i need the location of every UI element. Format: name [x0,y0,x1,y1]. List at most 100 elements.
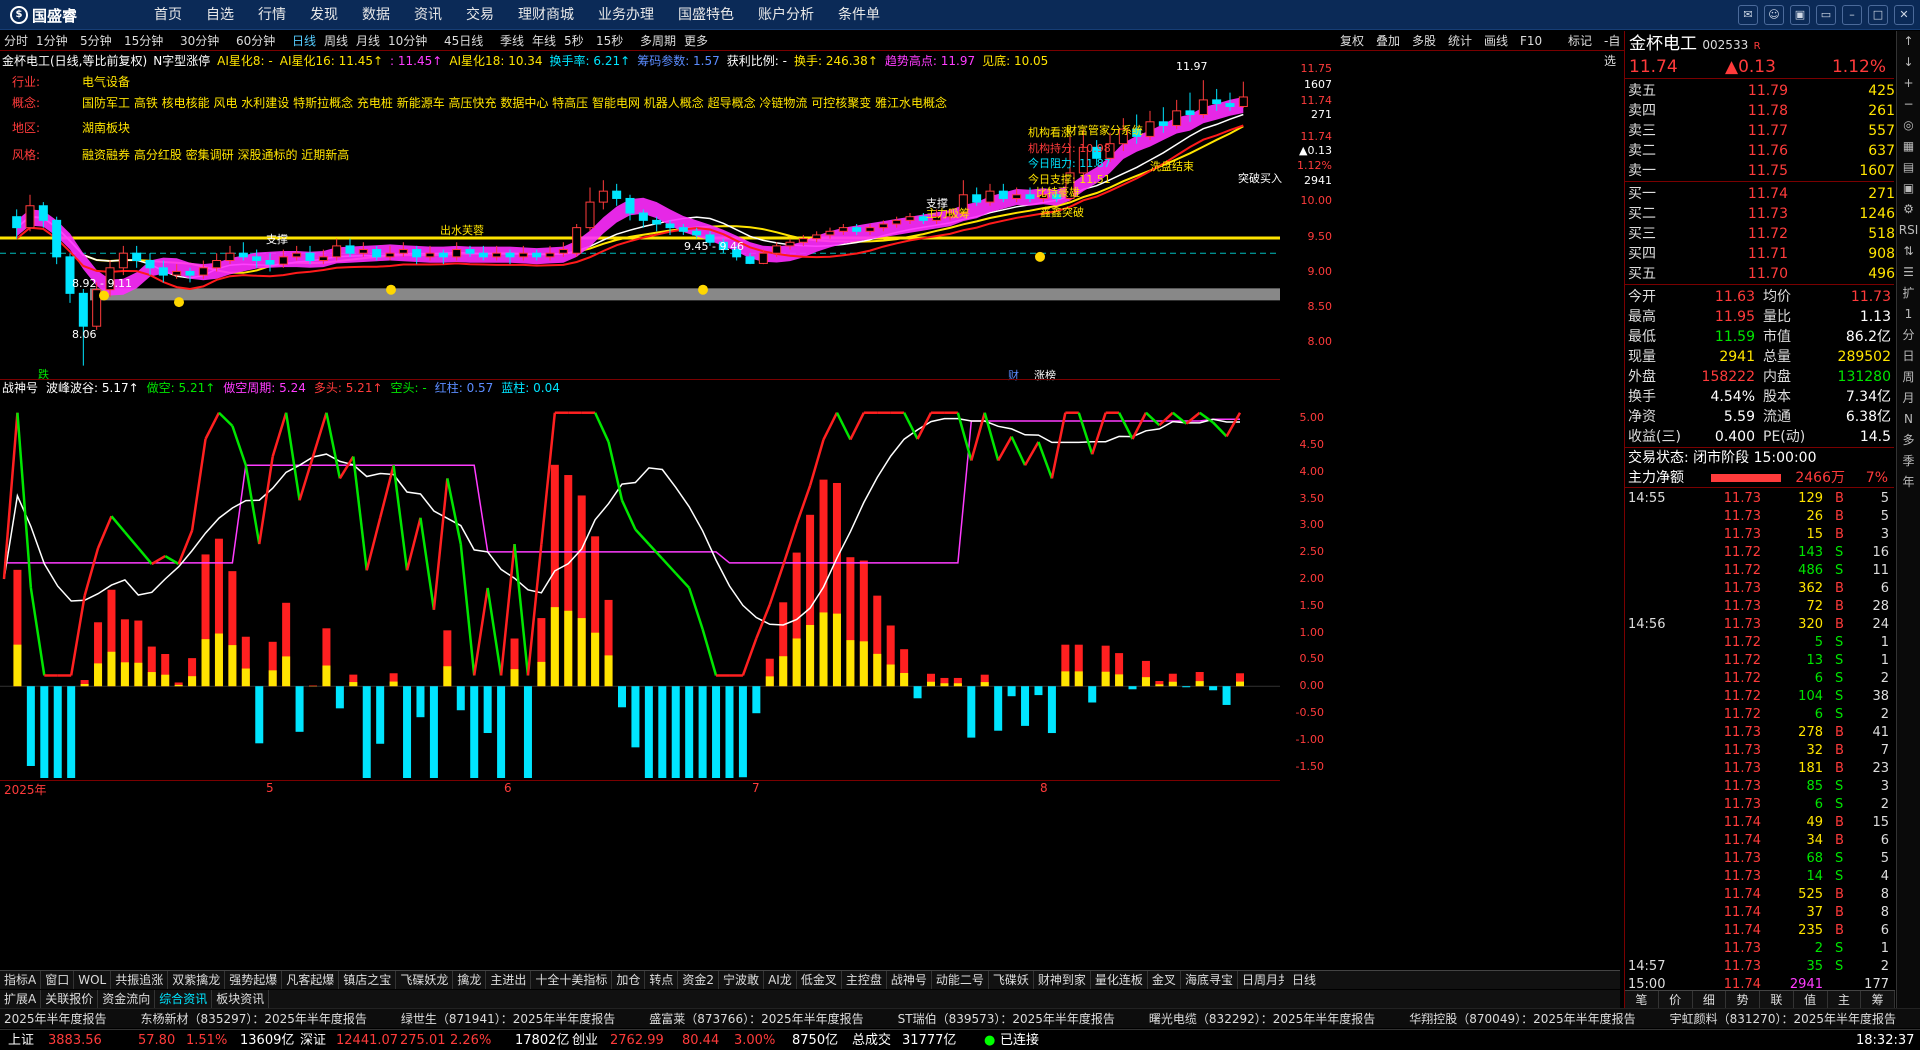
menu-item-4[interactable]: 数据 [350,0,402,30]
chart-tool-2[interactable]: 多股 [1412,31,1436,51]
side-tool-icon[interactable]: ↑ [1897,31,1920,52]
asks-row[interactable]: 卖二 11.76 637 [1625,141,1895,161]
indicator-tab-0[interactable]: 指标A [0,971,42,989]
indicator-tab-20[interactable]: 动能二号 [932,971,989,989]
news-item[interactable]: ST瑞伯（839573）：2025年半年度报告 [898,1012,1115,1026]
period-tab-0[interactable]: 分时 [4,31,28,51]
news-item[interactable]: 宇虹颜料（831270）：2025年半年度报告 [1670,1012,1896,1026]
side-tool-icon[interactable]: ⇅ [1897,241,1920,262]
period-tab-2[interactable]: 5分钟 [80,31,112,51]
side-tool-icon[interactable]: ☰ [1897,262,1920,283]
menu-item-7[interactable]: 理财商城 [506,0,586,30]
maximize-icon[interactable]: □ [1868,5,1888,25]
chart-tool-1[interactable]: 叠加 [1376,31,1400,51]
indicator-tab-15[interactable]: 宁波敢 [719,971,765,989]
quote-tab-4[interactable]: 联 [1760,991,1794,1008]
candlestick-chart[interactable] [0,70,1280,378]
side-tool-icon[interactable]: 季 [1897,451,1920,472]
indicator-tab-25[interactable]: 海底寻宝 [1181,971,1238,989]
indicator-tab-1[interactable]: 窗口 [41,971,75,989]
period-label-box[interactable]: 日线 [1284,970,1620,989]
message-icon[interactable]: ✉ [1738,5,1758,25]
indicator-tab-22[interactable]: 财神到家 [1034,971,1091,989]
indicator-tab-21[interactable]: 飞碟妖 [989,971,1034,989]
oscillator-chart[interactable] [0,396,1280,778]
side-tool-icon[interactable]: 1 [1897,304,1920,325]
asks-row[interactable]: 卖四 11.78 261 [1625,101,1895,121]
side-tool-icon[interactable]: ◎ [1897,115,1920,136]
period-tab-4[interactable]: 30分钟 [180,31,219,51]
bids-row[interactable]: 买三 11.72 518 [1625,224,1895,244]
quote-tab-2[interactable]: 细 [1693,991,1727,1008]
menu-item-8[interactable]: 业务办理 [586,0,666,30]
quote-tab-5[interactable]: 值 [1794,991,1828,1008]
period-tab-9[interactable]: 10分钟 [388,31,427,51]
chart-tool-0[interactable]: 复权 [1340,31,1364,51]
period-tab-12[interactable]: 年线 [532,31,556,51]
period-tab-15[interactable]: 多周期 [640,31,676,51]
news-item[interactable]: 华翔控股（870049）：2025年半年度报告 [1409,1012,1635,1026]
news-item[interactable]: 2025年半年度报告 [4,1012,107,1026]
chart-tool-6[interactable]: 标记 [1568,31,1592,51]
side-tool-icon[interactable]: + [1897,73,1920,94]
side-tool-icon[interactable]: 分 [1897,325,1920,346]
indicator-tab-24[interactable]: 金叉 [1148,971,1181,989]
indicator-tab-12[interactable]: 加仓 [612,971,646,989]
period-tab-8[interactable]: 月线 [356,31,380,51]
app-logo[interactable]: $ 国盛睿 [10,5,77,25]
side-tool-icon[interactable]: 扩 [1897,283,1920,304]
bids-row[interactable]: 买五 11.70 496 [1625,264,1895,284]
menu-item-6[interactable]: 交易 [454,0,506,30]
menu-item-9[interactable]: 国盛特色 [666,0,746,30]
news-item[interactable]: 东杨新材（835297）：2025年半年度报告 [141,1012,367,1026]
side-tool-icon[interactable]: N [1897,409,1920,430]
indicator-tab-16[interactable]: AI龙 [764,971,797,989]
indicator-tab-10[interactable]: 主进出 [486,971,532,989]
period-tab-14[interactable]: 15秒 [596,31,623,51]
indicator-tab-7[interactable]: 镇店之宝 [339,971,397,989]
quote-tab-7[interactable]: 筹 [1861,991,1895,1008]
side-tool-icon[interactable]: ▦ [1897,136,1920,157]
menu-item-3[interactable]: 发现 [298,0,350,30]
indicator-tab-19[interactable]: 战神号 [887,971,932,989]
side-tool-icon[interactable]: ▤ [1897,157,1920,178]
menu-item-11[interactable]: 条件单 [826,0,892,30]
menu-item-0[interactable]: 首页 [142,0,194,30]
side-tool-icon[interactable]: 年 [1897,472,1920,493]
minimize-icon[interactable]: – [1842,5,1862,25]
asks-row[interactable]: 卖五 11.79 425 [1625,81,1895,101]
news-item[interactable]: 盛富莱（873766）：2025年半年度报告 [649,1012,863,1026]
side-tool-icon[interactable]: 日 [1897,346,1920,367]
indicator-tab-11[interactable]: 十全十美指标 [531,971,613,989]
period-tab-6[interactable]: 日线 [292,31,316,51]
screen-icon[interactable]: ▭ [1816,5,1836,25]
indicator-tab-5[interactable]: 强势起爆 [225,971,283,989]
side-tool-icon[interactable]: 月 [1897,388,1920,409]
indicator-tab-6[interactable]: 凡客起爆 [282,971,340,989]
period-tab-3[interactable]: 15分钟 [124,31,163,51]
indicator-tab-2[interactable]: WOL [74,971,112,989]
indicator-tab-13[interactable]: 转点 [645,971,679,989]
news-item[interactable]: 曙光电缆（832292）：2025年半年度报告 [1149,1012,1375,1026]
side-tool-icon[interactable]: − [1897,94,1920,115]
menu-item-10[interactable]: 账户分析 [746,0,826,30]
bids-row[interactable]: 买二 11.73 1246 [1625,204,1895,224]
period-tab-7[interactable]: 周线 [324,31,348,51]
extension-tab-0[interactable]: 扩展A [0,990,42,1008]
side-tool-icon[interactable]: 多 [1897,430,1920,451]
side-tool-icon[interactable]: RSI [1897,220,1920,241]
period-tab-5[interactable]: 60分钟 [236,31,275,51]
side-tool-icon[interactable]: ▣ [1897,178,1920,199]
chart-tool-4[interactable]: 画线 [1484,31,1508,51]
quote-tab-3[interactable]: 势 [1726,991,1760,1008]
indicator-tab-4[interactable]: 双紫擒龙 [168,971,226,989]
asks-row[interactable]: 卖三 11.77 557 [1625,121,1895,141]
indicator-tab-17[interactable]: 低金叉 [797,971,842,989]
extension-tab-1[interactable]: 关联报价 [41,990,99,1008]
user-icon[interactable]: ☺ [1764,5,1784,25]
bids-row[interactable]: 买一 11.74 271 [1625,184,1895,204]
period-tab-1[interactable]: 1分钟 [36,31,68,51]
indicator-tab-9[interactable]: 擒龙 [453,971,487,989]
skin-icon[interactable]: ▣ [1790,5,1810,25]
period-tab-13[interactable]: 5秒 [564,31,584,51]
